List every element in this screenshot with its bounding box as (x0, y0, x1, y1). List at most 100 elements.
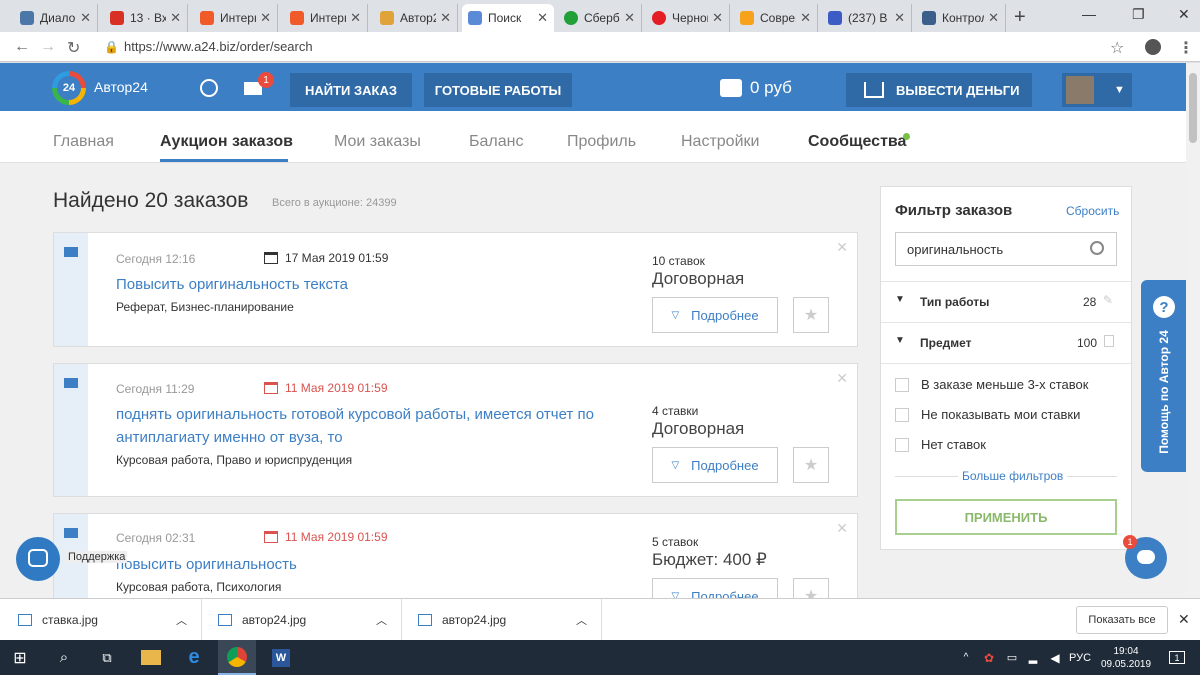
filter-reset-link[interactable]: Сбросить (1066, 204, 1119, 218)
checkbox-box[interactable] (895, 407, 909, 422)
close-icon[interactable]: ✕ (836, 239, 848, 256)
search-icon[interactable] (1090, 241, 1104, 255)
more-filters-link[interactable]: Больше фильтров (958, 469, 1068, 483)
scrollbar-thumb[interactable] (1189, 73, 1197, 143)
nav-item-communities[interactable]: Сообщества (808, 133, 906, 151)
show-all-button[interactable]: Показать все (1076, 606, 1168, 634)
bookmark-star-icon[interactable]: ☆ (1110, 38, 1124, 58)
nav-item-profile[interactable]: Профиль (567, 133, 636, 151)
clock[interactable]: 19:04 09.05.2019 (1098, 640, 1154, 675)
close-icon[interactable]: ✕ (440, 10, 451, 26)
close-icon[interactable]: ✕ (170, 10, 181, 26)
chat-button[interactable]: 1 (1123, 535, 1167, 579)
browser-tab[interactable]: Черновик ✕ (646, 4, 730, 32)
support-button[interactable] (16, 537, 60, 581)
notifications-icon[interactable]: 1 (1162, 640, 1192, 675)
browser-tab[interactable]: Интернет ✕ (284, 4, 368, 32)
favorite-star-button[interactable]: ★ (793, 297, 829, 333)
tray-app-icon[interactable]: ✿ (980, 640, 998, 675)
globe-icon[interactable] (200, 79, 218, 97)
close-icon[interactable]: ✕ (800, 10, 811, 26)
browser-tab[interactable]: 13 · Входящие ✕ (104, 4, 188, 32)
nav-item-balance[interactable]: Баланс (469, 133, 523, 151)
document-icon[interactable] (1104, 335, 1114, 347)
checkbox-hide-my-bids[interactable]: Не показывать мои ставки (895, 407, 1080, 422)
logo-text[interactable]: Автор24 (94, 79, 148, 95)
chrome-icon[interactable] (218, 640, 256, 675)
details-button[interactable]: ▽ Подробнее (652, 578, 778, 598)
order-card[interactable]: Сегодня 02:31 11 Мая 2019 01:59 повысить… (53, 513, 858, 598)
file-explorer-icon[interactable] (134, 640, 168, 675)
help-side-tab[interactable]: ? Помощь по Автор 24 (1141, 280, 1186, 472)
close-icon[interactable]: ✕ (537, 10, 548, 26)
details-button[interactable]: ▽ Подробнее (652, 447, 778, 483)
network-icon[interactable]: ▂ (1024, 640, 1042, 675)
volume-icon[interactable]: ◀ (1046, 640, 1064, 675)
windows-start-icon[interactable]: ⊞ (0, 640, 40, 675)
nav-item-home[interactable]: Главная (53, 133, 114, 151)
order-card[interactable]: Сегодня 11:29 11 Мая 2019 01:59 поднять … (53, 363, 858, 497)
task-view-icon[interactable]: ⧉ (90, 640, 124, 675)
filter-work-type-row[interactable]: ▼ Тип работы 28 ✎ (881, 281, 1131, 322)
battery-icon[interactable]: ▭ (1003, 640, 1021, 675)
download-item[interactable]: ставка.jpg ︿ (0, 599, 202, 641)
close-icon[interactable]: ✕ (260, 10, 271, 26)
chevron-up-icon[interactable]: ︿ (176, 612, 187, 628)
close-icon[interactable]: ✕ (624, 10, 635, 26)
apply-button[interactable]: ПРИМЕНИТЬ (895, 499, 1117, 535)
order-card[interactable]: Сегодня 12:16 17 Мая 2019 01:59 Повысить… (53, 232, 858, 347)
checkbox-less-than-3-bids[interactable]: В заказе меньше 3-х ставок (895, 377, 1088, 392)
nav-item-my-orders[interactable]: Мои заказы (334, 133, 421, 151)
menu-icon[interactable]: ⋮ (1178, 38, 1194, 58)
close-icon[interactable]: ✕ (80, 10, 91, 26)
download-item[interactable]: автор24.jpg ︿ (402, 599, 602, 641)
close-icon[interactable]: ✕ (836, 520, 848, 537)
withdraw-button[interactable]: ВЫВЕСТИ ДЕНЬГИ (846, 73, 1032, 107)
close-icon[interactable]: ✕ (1178, 611, 1190, 628)
chevron-up-icon[interactable]: ︿ (576, 612, 587, 628)
close-icon[interactable]: ✕ (350, 10, 361, 26)
word-icon[interactable]: W (264, 640, 298, 675)
close-icon[interactable]: ✕ (894, 10, 905, 26)
window-close-button[interactable]: ✕ (1178, 6, 1190, 23)
order-title[interactable]: поднять оригинальность готовой курсовой … (116, 403, 616, 449)
forward-icon[interactable]: → (40, 38, 56, 56)
reload-icon[interactable]: ↻ (67, 38, 80, 58)
search-icon[interactable]: ⌕ (46, 640, 82, 675)
close-icon[interactable]: ✕ (712, 10, 723, 26)
browser-tab[interactable]: Диалоги ✕ (14, 4, 98, 32)
browser-tab-active[interactable]: Поиск ✕ (462, 4, 554, 32)
favorite-star-button[interactable]: ★ (793, 447, 829, 483)
find-order-button[interactable]: НАЙТИ ЗАКАЗ (290, 73, 412, 107)
user-menu-button[interactable]: ▼ (1062, 73, 1132, 107)
browser-tab[interactable]: (237) В ✕ (822, 4, 912, 32)
browser-tab[interactable]: Сбербанк ✕ (558, 4, 642, 32)
chevron-up-icon[interactable]: ^ (958, 640, 974, 675)
order-title[interactable]: Повысить оригинальность текста (116, 273, 616, 296)
chevron-up-icon[interactable]: ︿ (376, 612, 387, 628)
close-icon[interactable]: ✕ (988, 10, 999, 26)
url-field[interactable]: https://www.a24.biz/order/search (124, 39, 313, 54)
order-title[interactable]: повысить оригинальность (116, 553, 616, 576)
filter-subject-row[interactable]: ▼ Предмет 100 (881, 322, 1131, 363)
nav-item-settings[interactable]: Настройки (681, 133, 759, 151)
nav-item-auction[interactable]: Аукцион заказов (160, 133, 293, 151)
scrollbar[interactable] (1186, 63, 1200, 598)
language-indicator[interactable]: РУС (1068, 640, 1092, 675)
checkbox-box[interactable] (895, 377, 909, 392)
minimize-button[interactable]: — (1082, 6, 1096, 22)
close-icon[interactable]: ✕ (836, 370, 848, 387)
ready-works-button[interactable]: ГОТОВЫЕ РАБОТЫ (424, 73, 572, 107)
filter-search-field[interactable]: оригинальность (895, 232, 1117, 266)
profile-icon[interactable] (1145, 39, 1161, 55)
browser-tab[interactable]: Интернет ✕ (194, 4, 278, 32)
checkbox-no-bids[interactable]: Нет ставок (895, 437, 986, 452)
details-button[interactable]: ▽ Подробнее (652, 297, 778, 333)
restore-button[interactable]: ❐ (1132, 6, 1145, 23)
edge-icon[interactable]: e (176, 640, 212, 675)
pencil-icon[interactable]: ✎ (1103, 293, 1113, 307)
browser-tab[interactable]: Современ ✕ (734, 4, 818, 32)
browser-tab[interactable]: Контроль ✕ (916, 4, 1006, 32)
back-icon[interactable]: ← (14, 38, 30, 56)
browser-tab[interactable]: Автор24 ✕ (374, 4, 458, 32)
